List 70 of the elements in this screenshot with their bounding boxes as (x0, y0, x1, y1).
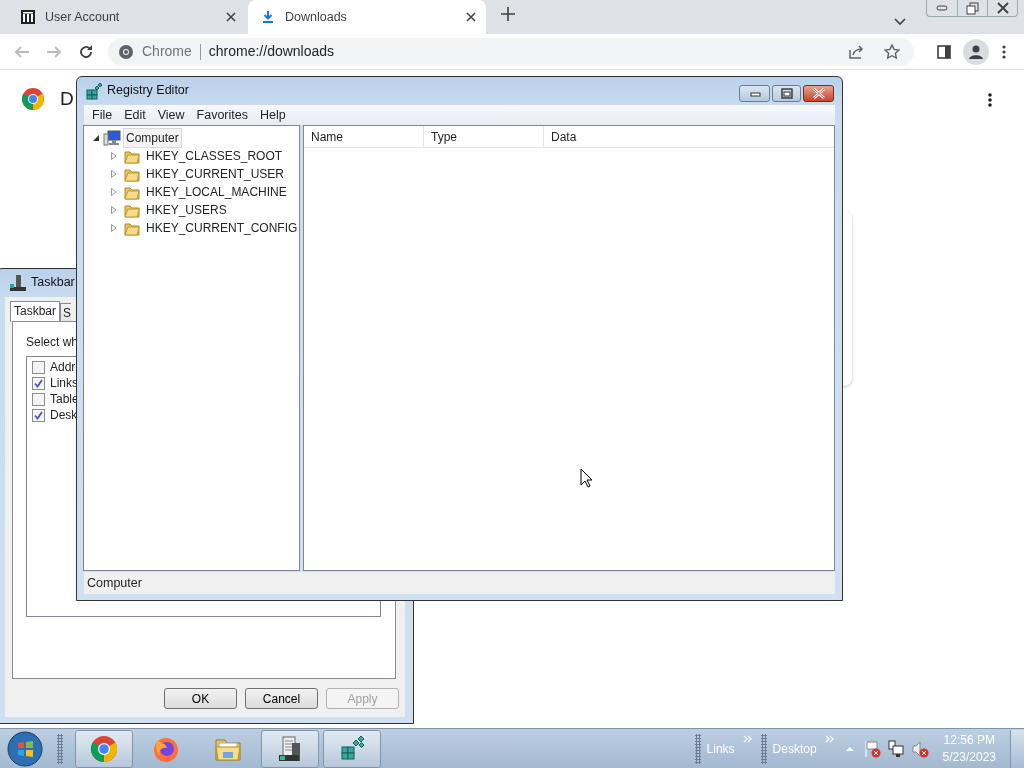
tree-node[interactable]: HKEY_USERS (146, 201, 227, 219)
menu-item[interactable]: Edit (118, 105, 152, 125)
expand-icon[interactable] (110, 206, 118, 214)
tree-node[interactable]: Computer (123, 128, 182, 148)
chrome-icon (118, 43, 134, 60)
taskbar-settings-icon (9, 273, 27, 292)
folder-icon (124, 202, 140, 218)
computer-icon (103, 130, 121, 146)
chrome-logo (21, 87, 45, 111)
cursor-icon (580, 468, 593, 488)
menu-item[interactable]: Favorites (190, 105, 254, 125)
url-text: chrome://downloads (208, 42, 335, 61)
window-title: Taskbar (31, 274, 75, 292)
bank-icon (20, 9, 36, 25)
registry-icon (85, 81, 103, 100)
folder-icon (124, 220, 140, 236)
checkbox-label: Links (50, 375, 78, 392)
taskbar-app[interactable] (261, 729, 319, 768)
checkbox[interactable] (32, 360, 45, 374)
close-button[interactable] (803, 85, 834, 102)
column-header[interactable]: Type (424, 126, 544, 147)
expand-icon[interactable] (110, 224, 118, 232)
checkbox-label: Desk (50, 407, 78, 424)
page-title: D (60, 86, 74, 111)
folder-icon (124, 166, 140, 182)
close-icon[interactable] (226, 12, 236, 22)
show-desktop-button[interactable] (1010, 729, 1024, 768)
download-icon (260, 9, 276, 25)
checkbox-label: Addr (50, 359, 76, 376)
network-icon[interactable] (886, 739, 905, 758)
expand-icon[interactable] (110, 152, 118, 160)
expand-icon[interactable] (110, 188, 118, 196)
address-bar[interactable]: Chrome chrome://downloads (108, 37, 914, 66)
maximize-button[interactable] (772, 85, 801, 102)
maximize-icon (778, 88, 795, 99)
tree-node[interactable]: HKEY_CURRENT_USER (146, 165, 285, 183)
tree-node[interactable]: HKEY_CURRENT_CONFIG (146, 219, 298, 237)
collapse-icon[interactable] (92, 134, 100, 142)
menu-item[interactable]: File (86, 105, 119, 125)
column-header[interactable]: Data (544, 126, 744, 147)
browser-tab[interactable]: Downloads (248, 0, 486, 34)
flag-icon[interactable] (862, 739, 881, 758)
menu-item[interactable]: View (151, 105, 191, 125)
status-text: Computer (87, 574, 142, 592)
dialog-button[interactable]: Cancel (245, 688, 318, 709)
checkbox[interactable] (32, 376, 45, 390)
registry-icon (338, 734, 366, 763)
dialog-button[interactable]: OK (164, 688, 237, 709)
tree-node[interactable]: HKEY_CLASSES_ROOT (146, 147, 283, 165)
close-icon[interactable] (466, 12, 476, 22)
expand-icon[interactable] (110, 170, 118, 178)
folder-icon (124, 184, 140, 200)
menu-item[interactable]: Help (254, 105, 292, 125)
minimize-button[interactable] (739, 85, 770, 102)
site-label: Chrome (142, 42, 192, 61)
chevron-down-icon[interactable] (894, 18, 906, 26)
browser-tab[interactable]: User Account (8, 0, 246, 34)
chrome-icon (90, 734, 118, 763)
folder-icon (124, 148, 140, 164)
profile-avatar[interactable] (963, 38, 989, 65)
restore-icon[interactable] (963, 1, 982, 15)
tree-node[interactable]: HKEY_LOCAL_MACHINE (146, 183, 287, 201)
start-button[interactable] (7, 730, 43, 767)
muted-speaker-icon[interactable] (910, 739, 929, 758)
window-title: Registry Editor (107, 82, 189, 100)
checkbox[interactable] (32, 392, 45, 406)
dialog-tab[interactable]: Taskbar (10, 301, 61, 322)
taskbar-app[interactable] (323, 729, 381, 768)
column-header[interactable]: Name (304, 126, 424, 147)
checkbox[interactable] (32, 408, 45, 422)
